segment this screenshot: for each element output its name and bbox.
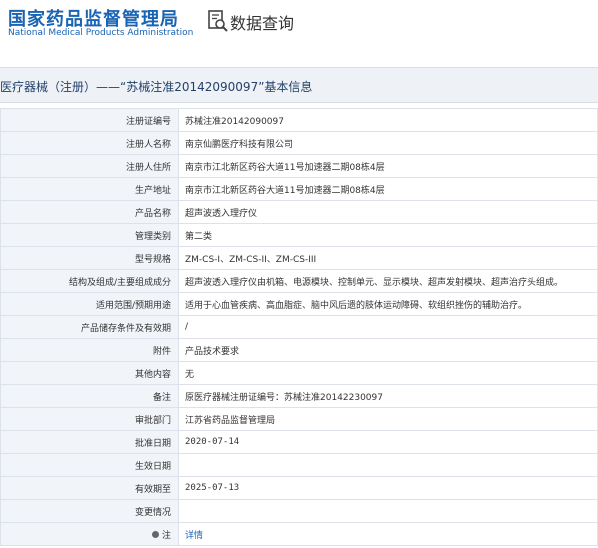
field-value: 南京仙鹏医疗科技有限公司 <box>178 131 598 155</box>
details-link[interactable]: 详情 <box>185 531 203 541</box>
field-value: 产品技术要求 <box>178 338 598 362</box>
field-value: 原医疗器械注册证编号：苏械注准20142230097 <box>178 384 598 408</box>
section-title: 医疗器械（注册）——“苏械注准20142090097”基本信息 <box>0 80 313 94</box>
table-row: 备注 原医疗器械注册证编号：苏械注准20142230097 <box>0 384 598 408</box>
note-value-cell: 详情 <box>178 522 598 546</box>
field-value: 2025-07-13 <box>178 476 598 500</box>
field-label: 产品名称 <box>0 200 179 224</box>
table-row: 批准日期 2020-07-14 <box>0 430 598 454</box>
field-label: 批准日期 <box>0 430 179 454</box>
site-header: 国家药品监督管理局 National Medical Products Admi… <box>0 0 598 62</box>
section-header: 医疗器械（注册）——“苏械注准20142090097”基本信息 <box>0 67 598 103</box>
table-row: 有效期至 2025-07-13 <box>0 476 598 500</box>
field-label: 注册人名称 <box>0 131 179 155</box>
field-label: 产品储存条件及有效期 <box>0 315 179 339</box>
field-label: 生产地址 <box>0 177 179 201</box>
field-label: 其他内容 <box>0 361 179 385</box>
field-value: 适用于心血管疾病、高血脂症、脑中风后遗的肢体运动障碍、软组织挫伤的辅助治疗。 <box>178 292 598 316</box>
field-label: 注 <box>161 530 171 541</box>
field-value: 第二类 <box>178 223 598 247</box>
table-row: 注册证编号 苏械注准20142090097 <box>0 108 598 132</box>
table-row: 产品储存条件及有效期 / <box>0 315 598 339</box>
field-value: ZM-CS-I、ZM-CS-II、ZM-CS-III <box>178 246 598 270</box>
table-row: 管理类别 第二类 <box>0 223 598 247</box>
field-label: 变更情况 <box>0 499 179 523</box>
table-row: 生效日期 <box>0 453 598 477</box>
field-value: 超声波透入理疗仪由机箱、电源模块、控制单元、显示模块、超声发射模块、超声治疗头组… <box>178 269 598 293</box>
table-row: 审批部门 江苏省药品监督管理局 <box>0 407 598 431</box>
field-value <box>178 499 598 523</box>
table-row: 结构及组成/主要组成成分 超声波透入理疗仪由机箱、电源模块、控制单元、显示模块、… <box>0 269 598 293</box>
table-row: 附件 产品技术要求 <box>0 338 598 362</box>
field-value: 2020-07-14 <box>178 430 598 454</box>
field-label: 审批部门 <box>0 407 179 431</box>
field-label: 生效日期 <box>0 453 179 477</box>
table-row: 产品名称 超声波透入理疗仪 <box>0 200 598 224</box>
field-value: 南京市江北新区药谷大道11号加速器二期08栋4层 <box>178 177 598 201</box>
field-value: 苏械注准20142090097 <box>178 108 598 132</box>
field-label: 备注 <box>0 384 179 408</box>
field-label: 注册证编号 <box>0 108 179 132</box>
field-value <box>178 453 598 477</box>
table-row: 型号规格 ZM-CS-I、ZM-CS-II、ZM-CS-III <box>0 246 598 270</box>
search-document-icon <box>208 10 228 32</box>
field-label: 适用范围/预期用途 <box>0 292 179 316</box>
note-icon <box>151 530 159 538</box>
field-label: 注册人住所 <box>0 154 179 178</box>
field-label: 附件 <box>0 338 179 362</box>
site-logo-english[interactable]: National Medical Products Administration <box>8 28 193 38</box>
note-label-cell: 注 <box>0 522 179 546</box>
field-value: 江苏省药品监督管理局 <box>178 407 598 431</box>
field-value: 超声波透入理疗仪 <box>178 200 598 224</box>
table-row: 注 详情 <box>0 522 598 546</box>
field-label: 结构及组成/主要组成成分 <box>0 269 179 293</box>
field-label: 管理类别 <box>0 223 179 247</box>
table-row: 注册人名称 南京仙鹏医疗科技有限公司 <box>0 131 598 155</box>
table-row: 生产地址 南京市江北新区药谷大道11号加速器二期08栋4层 <box>0 177 598 201</box>
field-value: 南京市江北新区药谷大道11号加速器二期08栋4层 <box>178 154 598 178</box>
info-table: 注册证编号 苏械注准20142090097 注册人名称 南京仙鹏医疗科技有限公司… <box>0 108 598 546</box>
field-label: 有效期至 <box>0 476 179 500</box>
table-row: 注册人住所 南京市江北新区药谷大道11号加速器二期08栋4层 <box>0 154 598 178</box>
table-row: 其他内容 无 <box>0 361 598 385</box>
table-row: 变更情况 <box>0 499 598 523</box>
data-query-title: 数据查询 <box>230 14 295 33</box>
field-value: 无 <box>178 361 598 385</box>
table-row: 适用范围/预期用途 适用于心血管疾病、高血脂症、脑中风后遗的肢体运动障碍、软组织… <box>0 292 598 316</box>
field-value: / <box>178 315 598 339</box>
field-label: 型号规格 <box>0 246 179 270</box>
